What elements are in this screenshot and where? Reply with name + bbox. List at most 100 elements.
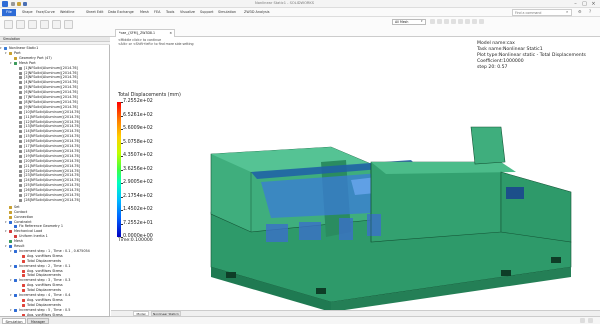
search-input[interactable]	[513, 10, 563, 16]
legend-label: 5.0758e+02	[123, 139, 153, 145]
tree-solid-item[interactable]: [28]NFSolid(Aluminum)[2014-T6]	[0, 198, 110, 203]
solid-icon	[19, 194, 22, 197]
new-file-icon[interactable]	[11, 2, 15, 6]
solid-icon	[19, 189, 22, 193]
solid-icon	[19, 115, 22, 119]
injection-top	[371, 162, 516, 174]
hint-line-2: <Alt> or <Shift+left> to find more side …	[118, 42, 194, 46]
fixed-support-icon	[14, 225, 17, 229]
foot-pad	[501, 270, 511, 276]
view-tool-icon[interactable]	[451, 19, 456, 24]
menu-fea[interactable]: FEA	[154, 9, 160, 16]
app-logo-icon	[2, 1, 8, 7]
legend-label: 1.4502e+02	[123, 207, 153, 212]
solid-icon	[19, 125, 22, 129]
menu-support[interactable]: Support	[200, 9, 213, 16]
solid-icon	[19, 140, 22, 144]
menu-simulation[interactable]: Simulation	[218, 9, 236, 16]
chevron-down-icon[interactable]: ▾	[421, 20, 423, 23]
save-file-icon[interactable]	[23, 2, 27, 6]
file-menu[interactable]: File	[2, 9, 16, 16]
menu-data-exchange[interactable]: Data Exchange	[108, 9, 134, 16]
status-icon[interactable]	[580, 318, 585, 323]
solid-icon	[19, 135, 22, 139]
result-plot-icon	[22, 284, 25, 288]
tab-simulation[interactable]: Simulation	[2, 318, 26, 324]
mesh-icon	[14, 61, 17, 65]
tree-item-label: [28]NFSolid(Aluminum)[2014-T6]	[24, 197, 80, 202]
result-icon	[9, 245, 12, 248]
model-name: Model name:cax	[477, 41, 515, 46]
coefficient: Coefficient:1000000	[477, 59, 524, 64]
plot-type: Plot type:Nonlinear static - Total Displ…	[477, 53, 586, 58]
solid-icon	[19, 149, 22, 153]
ribbon-button[interactable]	[28, 20, 37, 29]
ribbon-toolbar: All Mesh ▾ *cae_{SFM}_ZW3D8.1 ×	[0, 17, 600, 37]
injection-unit	[370, 161, 502, 243]
view-tool-icon[interactable]	[479, 19, 484, 24]
solid-icon	[19, 198, 22, 202]
solid-icon	[19, 179, 22, 183]
search-box[interactable]	[512, 9, 572, 16]
ribbon-button[interactable]	[40, 20, 49, 29]
menu-weldline[interactable]: Weldline	[60, 9, 74, 16]
close-button[interactable]: ×	[590, 1, 597, 7]
legend-label: 3.6256e+02	[123, 166, 153, 172]
ribbon-button[interactable]	[4, 20, 13, 29]
status-icon[interactable]	[588, 318, 593, 323]
inertia-load-icon	[14, 235, 17, 239]
solid-icon	[19, 184, 22, 188]
result-plot-icon	[22, 274, 25, 278]
view-tool-icon[interactable]	[444, 19, 449, 24]
solid-icon	[19, 100, 22, 104]
menu-face-curve[interactable]: Face/Curve	[36, 9, 55, 16]
step-icon	[14, 308, 17, 312]
view-tool-icon[interactable]	[458, 19, 463, 24]
ribbon-button[interactable]	[16, 20, 25, 29]
solid-icon	[19, 164, 22, 168]
solid-icon	[19, 105, 22, 109]
solid-icon	[19, 110, 22, 114]
menu-tools[interactable]: Tools	[166, 9, 174, 16]
menu-shape[interactable]: Shape	[22, 9, 33, 16]
menu-mesh[interactable]: Mesh	[140, 9, 149, 16]
status-bar	[110, 316, 600, 324]
minimize-button[interactable]: –	[572, 1, 579, 7]
close-tab-icon[interactable]: ×	[169, 30, 174, 37]
help-icon[interactable]: ?	[589, 10, 591, 14]
mesh-icon	[9, 240, 12, 244]
view-tool-icon[interactable]	[430, 19, 435, 24]
control-panel	[506, 187, 524, 199]
tab-manager[interactable]: Manager	[27, 318, 49, 324]
ribbon-button[interactable]	[64, 20, 73, 29]
document-tab[interactable]: *cae_{SFM}_ZW3D8.1 ×	[115, 29, 175, 37]
menu-sheet-edit[interactable]: Sheet Edit	[86, 9, 103, 16]
menu-visualize[interactable]: Visualize	[180, 9, 195, 16]
solid-icon	[19, 159, 22, 163]
contact-icon	[9, 210, 12, 214]
document-tab-label: *cae_{SFM}_ZW3D8.1	[119, 31, 155, 35]
window-panel	[339, 218, 353, 240]
load-icon	[9, 230, 12, 234]
step-icon	[14, 264, 17, 268]
panel-tool-row	[0, 42, 110, 45]
settings-icon[interactable]: ⚙	[578, 10, 582, 14]
legend-label: 7.2552e+02	[123, 99, 153, 104]
panel-tabs: Simulation Manager	[0, 316, 110, 324]
view-tool-icon[interactable]	[437, 19, 442, 24]
fea-model-render[interactable]	[171, 92, 591, 312]
view-tool-icon[interactable]	[472, 19, 477, 24]
simulation-icon	[4, 47, 7, 50]
search-icon[interactable]: ⌕	[566, 10, 568, 14]
solid-icon	[19, 86, 22, 90]
open-file-icon[interactable]	[17, 2, 21, 6]
result-plot-icon	[22, 254, 25, 258]
ribbon-button[interactable]	[52, 20, 61, 29]
graphics-viewport[interactable]: <Middle click> to continue <Alt> or <Shi…	[111, 37, 600, 312]
maximize-button[interactable]: □	[581, 1, 588, 7]
solid-icon	[19, 71, 22, 75]
rear-unit	[500, 171, 572, 243]
menu-zw3d-analysis[interactable]: ZW3D Analysis	[244, 9, 270, 16]
solid-icon	[19, 91, 22, 95]
view-tool-icon[interactable]	[465, 19, 470, 24]
